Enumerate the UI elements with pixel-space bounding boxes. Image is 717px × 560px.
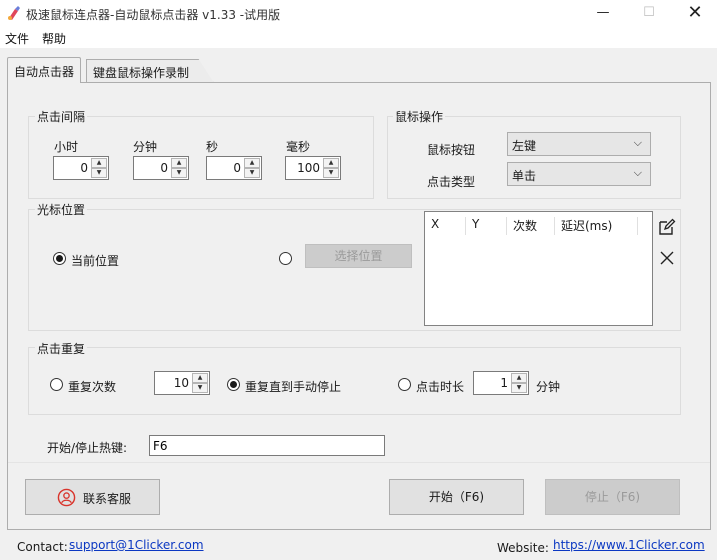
spinner-down-icon[interactable]: ▼ (323, 168, 339, 178)
click-type-select[interactable]: 单击 ⌵ (507, 162, 651, 186)
ms-label: 毫秒 (286, 140, 311, 154)
column-header-count: 次数 (507, 217, 555, 235)
seconds-value: 0 (233, 161, 241, 175)
click-duration-radio[interactable] (398, 378, 411, 391)
menu-bar (0, 28, 717, 48)
repeat-group (28, 347, 681, 415)
seconds-spinner[interactable]: 0 ▲ ▼ (206, 156, 262, 180)
hotkey-input[interactable] (149, 435, 385, 456)
hours-label: 小时 (54, 140, 79, 154)
spinner-down-icon[interactable]: ▼ (511, 383, 527, 393)
spinner-up-icon[interactable]: ▲ (91, 158, 107, 168)
minutes-spinner[interactable]: 0 ▲ ▼ (133, 156, 189, 180)
repeat-times-value: 10 (173, 376, 189, 390)
minutes-label: 分钟 (133, 140, 158, 154)
hotkey-field[interactable] (150, 436, 384, 455)
seconds-label: 秒 (206, 140, 219, 154)
start-button[interactable]: 开始（F6) (389, 479, 524, 515)
spinner-up-icon[interactable]: ▲ (192, 373, 208, 383)
spinner-up-icon[interactable]: ▲ (323, 158, 339, 168)
click-duration-value: 1 (500, 376, 508, 390)
mouse-button-select[interactable]: 左键 ⌵ (507, 132, 651, 156)
user-icon (57, 488, 76, 507)
interval-group-label: 点击间隔 (35, 108, 88, 125)
contact-email-link[interactable]: support@1Clicker.com (69, 538, 204, 552)
select-position-button[interactable]: 选择位置 (305, 244, 412, 268)
cursor-group-label: 光标位置 (35, 201, 88, 218)
tab-auto-clicker[interactable]: 自动点击器 (7, 57, 82, 83)
minutes-value: 0 (160, 161, 168, 175)
spinner-up-icon[interactable]: ▲ (171, 158, 187, 168)
hours-value: 0 (80, 161, 88, 175)
mouse-button-label: 鼠标按钮 (427, 143, 476, 157)
spinner-down-icon[interactable]: ▼ (91, 168, 107, 178)
contact-support-label: 联系客服 (83, 492, 132, 506)
spinner-up-icon[interactable]: ▲ (244, 158, 260, 168)
ms-spinner[interactable]: 100 ▲ ▼ (285, 156, 341, 180)
delete-icon[interactable] (660, 251, 674, 265)
menu-help[interactable]: 帮助 (42, 30, 66, 47)
repeat-times-label: 重复次数 (68, 380, 117, 394)
column-header-delay: 延迟(ms) (555, 217, 638, 235)
repeat-until-stop-label: 重复直到手动停止 (245, 380, 342, 394)
ms-value: 100 (297, 161, 320, 175)
current-position-radio[interactable] (53, 252, 66, 265)
click-duration-label: 点击时长 (416, 380, 465, 394)
window-title: 极速鼠标连点器-自动鼠标点击器 v1.33 -试用版 (26, 8, 281, 22)
chevron-down-icon: ⌵ (633, 136, 642, 149)
stop-button[interactable]: 停止（F6) (545, 479, 680, 515)
tab-record[interactable]: 键盘鼠标操作录制 (86, 59, 214, 83)
column-header-x: X (425, 217, 466, 235)
repeat-group-label: 点击重复 (35, 340, 88, 357)
repeat-times-spinner[interactable]: 10 ▲ ▼ (154, 371, 210, 395)
spinner-down-icon[interactable]: ▼ (192, 383, 208, 393)
position-table[interactable]: X Y 次数 延迟(ms) (424, 211, 653, 326)
chevron-down-icon: ⌵ (633, 166, 642, 179)
click-type-label: 点击类型 (427, 175, 476, 189)
current-position-label: 当前位置 (71, 254, 120, 268)
website-label: Website: (497, 541, 549, 555)
hours-spinner[interactable]: 0 ▲ ▼ (53, 156, 109, 180)
hotkey-label: 开始/停止热键: (47, 441, 128, 455)
duration-unit-label: 分钟 (536, 380, 561, 394)
select-position-radio[interactable] (279, 252, 292, 265)
contact-support-button[interactable]: 联系客服 (25, 479, 160, 515)
spinner-up-icon[interactable]: ▲ (511, 373, 527, 383)
minimize-button[interactable]: — (580, 0, 626, 28)
repeat-times-radio[interactable] (50, 378, 63, 391)
spinner-down-icon[interactable]: ▼ (244, 168, 260, 178)
mouse-button-value: 左键 (512, 139, 537, 153)
spinner-down-icon[interactable]: ▼ (171, 168, 187, 178)
edit-icon[interactable] (658, 218, 676, 236)
mouse-group-label: 鼠标操作 (393, 108, 446, 125)
separator (8, 462, 710, 463)
app-logo-icon (8, 6, 20, 20)
menu-file[interactable]: 文件 (5, 30, 29, 47)
repeat-until-stop-radio[interactable] (227, 378, 240, 391)
click-type-value: 单击 (512, 169, 537, 183)
website-link[interactable]: https://www.1Clicker.com (553, 538, 705, 552)
column-header-y: Y (466, 217, 507, 235)
contact-label: Contact: (17, 540, 68, 554)
close-button[interactable]: ✕ (672, 0, 717, 28)
click-duration-spinner[interactable]: 1 ▲ ▼ (473, 371, 529, 395)
maximize-button[interactable]: ☐ (626, 0, 672, 28)
